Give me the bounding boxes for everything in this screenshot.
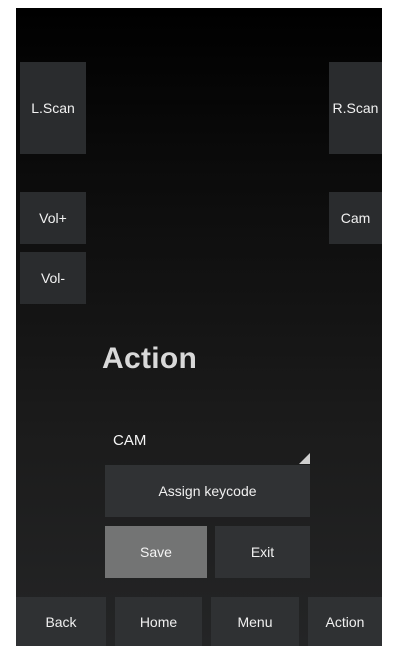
nav-menu-button[interactable]: Menu [211, 597, 299, 646]
nav-menu-label: Menu [237, 613, 273, 630]
volume-down-label: Vol- [40, 270, 66, 286]
right-scan-key[interactable]: R.Scan [329, 62, 382, 154]
nav-home-button[interactable]: Home [115, 597, 202, 646]
camera-label: Cam [340, 210, 371, 226]
save-button[interactable]: Save [105, 526, 207, 578]
exit-label: Exit [250, 544, 275, 560]
camera-key[interactable]: Cam [329, 192, 382, 244]
keycode-dropdown[interactable]: CAM [105, 418, 310, 466]
left-scan-key[interactable]: L.Scan [20, 62, 86, 154]
device-screen: L.Scan R.Scan Vol+ Cam Vol- Action CAM A… [16, 8, 382, 646]
nav-home-label: Home [139, 613, 178, 630]
nav-back-label: Back [45, 613, 77, 630]
save-label: Save [140, 544, 172, 560]
exit-button[interactable]: Exit [215, 526, 310, 578]
assign-keycode-button[interactable]: Assign keycode [105, 465, 310, 517]
dropdown-caret-icon [299, 453, 310, 464]
nav-action-button[interactable]: Action [308, 597, 382, 646]
volume-up-label: Vol+ [39, 210, 67, 226]
assign-keycode-label: Assign keycode [158, 483, 257, 499]
nav-action-label: Action [325, 613, 365, 630]
volume-down-key[interactable]: Vol- [20, 252, 86, 304]
dialog-title: Action [102, 342, 198, 375]
nav-back-button[interactable]: Back [16, 597, 106, 646]
keycode-dropdown-value: CAM [113, 432, 147, 449]
volume-up-key[interactable]: Vol+ [20, 192, 86, 244]
right-scan-label: R.Scan [332, 100, 379, 116]
left-scan-label: L.Scan [31, 100, 75, 116]
